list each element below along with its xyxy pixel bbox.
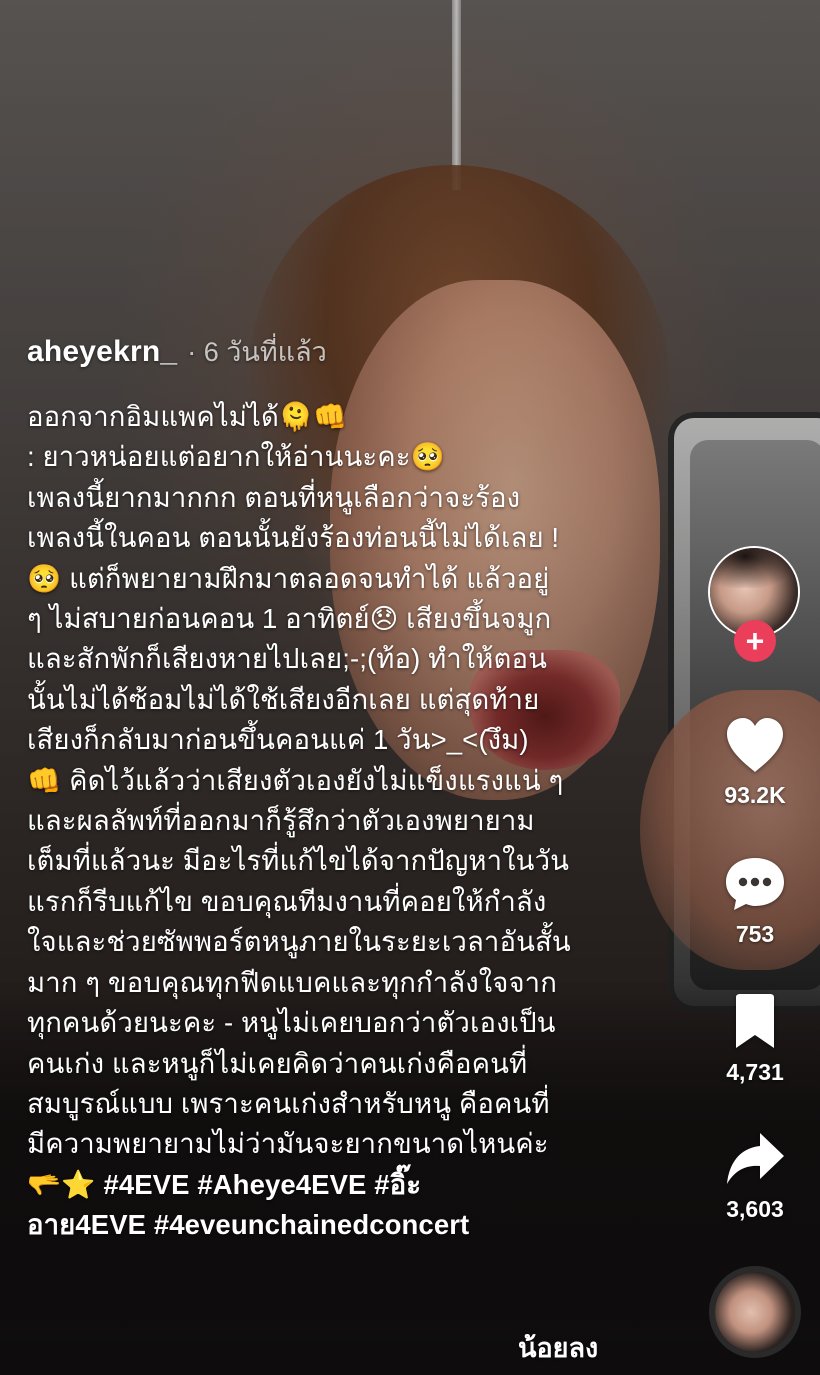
save-count: 4,731: [726, 1059, 784, 1085]
bookmark-icon: [736, 994, 774, 1048]
comment-button[interactable]: 753: [705, 855, 805, 948]
hashtag-line: 🫳⭐ #4EVE #Aheye4EVE #อิ๊ะ: [27, 1165, 627, 1205]
caption-line: มาก ๆ ขอบคุณทุกฟีดแบคและทุกกำลังใจจาก: [27, 966, 557, 998]
like-count: 93.2K: [724, 782, 786, 808]
caption-line: ออกจากอิมแพคไม่ได้🫠👊: [27, 401, 348, 432]
comment-bubble-icon: [726, 858, 784, 910]
save-button[interactable]: 4,731: [705, 993, 805, 1086]
caption-line: 🥺 แต่ก็พยายามฝึกมาตลอดจนทำได้ แล้วอยู่: [27, 562, 550, 594]
post-meta: aheyekrn_ · 6 วันที่แล้ว: [27, 330, 627, 373]
hashtag-link[interactable]: อาย4EVE: [27, 1209, 146, 1240]
caption-line: เพลงนี้ยากมากกก ตอนที่หนูเลือกว่าจะร้อง: [27, 481, 521, 513]
post-time: · 6 วันที่แล้ว: [187, 337, 327, 367]
caption-line: และผลลัพท์ที่ออกมาก็รู้สึกว่าตัวเองพยายา…: [27, 805, 535, 837]
caption-line: สมบูรณ์แบบ เพราะคนเก่งสำหรับหนู คือคนที่: [27, 1087, 550, 1119]
caption-line: แรกก็รีบแก้ไข ขอบคุณทีมงานที่คอยให้กำลัง: [27, 885, 547, 917]
heart-icon: [727, 718, 783, 772]
caption-line: เพลงนี้ในคอน ตอนนั้นยังร้องท่อนนี้ไม่ได้…: [27, 522, 560, 554]
follow-button[interactable]: +: [734, 620, 776, 662]
plus-icon: +: [745, 623, 765, 659]
hashtag-line: อาย4EVE #4eveunchainedconcert: [27, 1205, 627, 1245]
caption-line: ใจและช่วยซัพพอร์ตหนูภายในระยะเวลาอันสั้น: [27, 926, 571, 958]
caption-line: : ยาวหน่อยแต่อยากให้อ่านนะคะ🥺: [27, 441, 445, 473]
hashtag-link[interactable]: #อิ๊ะ: [374, 1169, 421, 1200]
caption-line: และสักพักก็เสียงหายไปเลย;-;(ท้อ) ทำให้ตอ…: [27, 643, 548, 675]
caption-block: aheyekrn_ · 6 วันที่แล้ว ออกจากอิมแพคไม่…: [27, 330, 627, 1246]
caption-line: นั้นไม่ได้ซ้อมไม่ได้ใช้เสียงอีกเลย แต่สุ…: [27, 683, 540, 715]
caption-line: เสียงก็กลับมาก่อนขึ้นคอนแค่ 1 วัน>_<(งึม…: [27, 724, 529, 756]
caption-line: คนเก่ง และหนูก็ไม่เคยคิดว่าคนเก่งคือคนที…: [27, 1047, 528, 1079]
share-button[interactable]: 3,603: [705, 1130, 805, 1223]
music-disc[interactable]: [715, 1272, 795, 1352]
caption-line: 👊 คิดไว้แล้วว่าเสียงตัวเองยังไม่แข็งแรงแ…: [27, 764, 564, 796]
caption-line: เต็มที่แล้วนะ มีอะไรที่แก้ไขได้จากปัญหาใ…: [27, 845, 570, 877]
see-less-button[interactable]: น้อยลง: [518, 1326, 598, 1369]
emoji-prefix: 🫳⭐: [27, 1168, 96, 1200]
caption-line: ทุกคนด้วยนะคะ - หนูไม่เคยบอกว่าตัวเองเป็…: [27, 1007, 556, 1039]
hashtag-link[interactable]: #4eveunchainedconcert: [154, 1209, 469, 1240]
caption-text[interactable]: ออกจากอิมแพคไม่ได้🫠👊 : ยาวหน่อยแต่อยากให…: [27, 397, 627, 1246]
username-link[interactable]: aheyekrn_: [27, 335, 177, 369]
hashtag-link[interactable]: #4EVE: [103, 1169, 189, 1200]
like-button[interactable]: 93.2K: [705, 716, 805, 809]
comment-count: 753: [735, 921, 775, 947]
share-count: 3,603: [726, 1196, 784, 1222]
tiktok-video-screen: aheyekrn_ · 6 วันที่แล้ว ออกจากอิมแพคไม่…: [0, 0, 820, 1375]
share-arrow-icon: [727, 1133, 784, 1184]
caption-line: มีความพยายามไม่ว่ามันจะยากขนาดไหนค่ะ: [27, 1128, 549, 1160]
hashtag-link[interactable]: #Aheye4EVE: [197, 1169, 366, 1200]
caption-line: ๆ ไม่สบายก่อนคอน 1 อาทิตย์😞 เสียงขึ้นจมู…: [27, 603, 552, 635]
